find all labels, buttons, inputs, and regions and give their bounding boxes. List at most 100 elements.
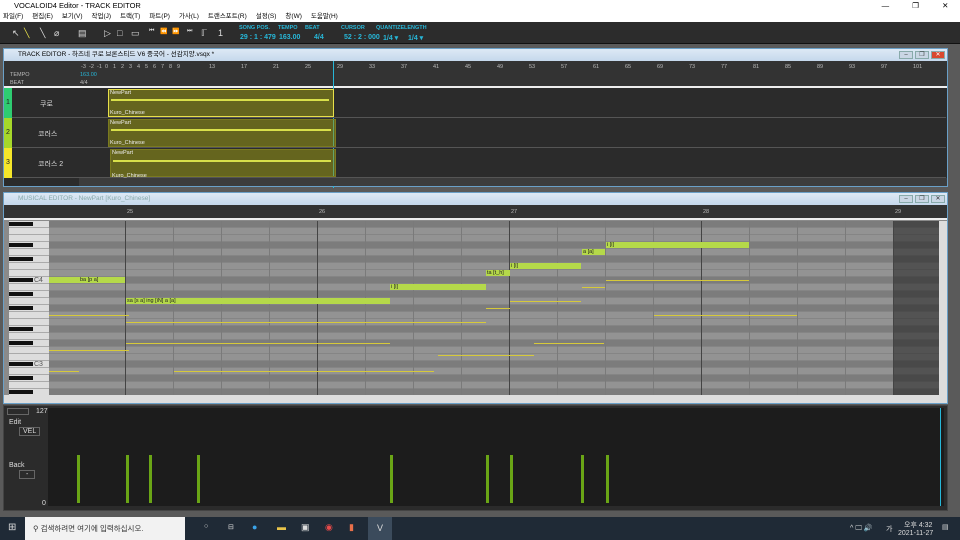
piano-key-black[interactable] [9,362,33,366]
piano-key-white[interactable] [9,235,51,242]
clock-date[interactable]: 2021-11-27 [898,530,933,537]
menu-settings[interactable]: 설정(S) [256,11,277,22]
loop-icon[interactable]: ▭ [131,28,140,39]
menu-lyrics[interactable]: 가사(L) [179,11,199,22]
track-ruler[interactable]: TEMPO BEAT 163.00 4/4 -3 -2 -1 0 1 2 3 4 5 6 7 8 9 13… [4,61,947,188]
piano-key-black[interactable] [9,292,33,296]
stop-icon[interactable]: □ [117,28,122,38]
note[interactable]: i [i] [606,242,749,248]
menu-file[interactable]: 파일(F) [3,11,23,22]
minimize-icon[interactable]: — [882,0,890,11]
menu-part[interactable]: 파트(P) [149,11,170,22]
piano-key-white[interactable] [9,312,51,319]
piano-key-black[interactable] [9,327,33,331]
menu-edit[interactable]: 편집(E) [32,11,53,22]
track-horizontal-scrollbar[interactable] [79,178,947,186]
piano-key-white[interactable] [9,284,51,291]
store-icon[interactable]: ▣ [301,522,310,533]
task-view-icon[interactable]: ○ [204,523,208,530]
close-icon[interactable]: ✕ [942,0,948,11]
piano-key-black[interactable] [9,243,33,247]
velocity-bar[interactable] [197,455,200,503]
restore-icon[interactable]: ❐ [915,195,929,203]
velocity-bar[interactable] [581,455,584,503]
piano-roll[interactable]: C4 C3 ba [p a] sa [s a] ing [iN] a [a] i… [4,221,939,395]
vertical-scrollbar[interactable] [939,221,947,395]
note[interactable]: i [i] [390,284,486,290]
menu-help[interactable]: 도움말(H) [311,11,338,22]
maximize-icon[interactable]: ❐ [912,0,919,11]
velocity-bar[interactable] [149,455,152,503]
piano-key-white[interactable] [9,368,51,375]
windows-start-icon[interactable]: ⊞ [8,522,16,533]
menu-view[interactable]: 보기(V) [62,11,83,22]
vocaloid-taskbar-icon[interactable]: V [368,517,392,540]
app-icon[interactable]: ◉ [325,522,333,533]
piano-key-white[interactable] [9,354,51,361]
rewind-start-icon[interactable]: ⏮ [149,28,154,35]
menu-job[interactable]: 작업(J) [92,11,112,22]
piano-key-white[interactable] [9,228,51,235]
part-block[interactable]: NewPart Kuro_Chinese [108,89,334,117]
forward-icon[interactable]: ⏩ [172,28,179,35]
quantize-select[interactable]: 1/4 ▾ [383,34,398,42]
close-icon[interactable]: ✕ [931,195,945,203]
ime-indicator[interactable]: 가 [886,524,892,534]
piano-key-white[interactable] [9,249,51,256]
app-icon[interactable]: ▮ [349,522,354,533]
note[interactable]: sa [s a] ing [iN] a [a] [126,298,390,304]
part-block[interactable]: NewPart Kuro_Chinese [108,119,336,147]
piano-key-white[interactable] [9,333,51,340]
search-box[interactable]: ⚲ 검색하려면 여기에 입력하십시오. [25,517,185,540]
piano-key-black[interactable] [9,341,33,345]
count-in-icon[interactable]: 1 [218,28,223,38]
velocity-bar[interactable] [486,455,489,503]
part-block[interactable]: NewPart Kuro_Chinese [110,149,336,179]
realtime-input-icon[interactable]: ▤ [78,28,87,39]
edge-icon[interactable]: ● [252,522,257,532]
velocity-bar[interactable] [77,455,80,503]
velocity-bar[interactable] [126,455,129,503]
notification-icon[interactable]: ▤ [942,523,949,531]
eraser-tool-icon[interactable]: ⌀ [54,28,59,39]
note[interactable]: i [i] [510,263,581,269]
piano-key-white[interactable] [9,347,51,354]
musical-ruler[interactable]: 25 26 27 28 29 [4,205,947,220]
back-select[interactable]: - [19,470,36,479]
clock-time[interactable]: 오후 4:32 [904,520,932,530]
piano-key-black[interactable] [9,376,33,380]
note[interactable]: ba [p a] [49,277,125,283]
menu-transport[interactable]: 트랜스포트(R) [208,11,247,22]
minimize-icon[interactable]: – [899,51,913,59]
close-icon[interactable]: ✕ [931,51,945,59]
beat-marker[interactable]: 4/4 [80,80,88,86]
note[interactable]: a [a] [582,249,605,255]
menu-track[interactable]: 트랙(T) [120,11,140,22]
arrow-tool-icon[interactable]: ↖ [12,28,20,39]
pencil-tool-icon[interactable]: ╲ [24,28,29,39]
track-row[interactable]: 1 쿠로 NewPart Kuro_Chinese [4,88,946,118]
piano-key-black[interactable] [9,222,33,226]
velocity-graph[interactable] [48,408,944,506]
window-controls[interactable]: — ❐ ✕ [870,0,960,11]
metronome-icon[interactable]: ℾ [201,28,207,39]
play-icon[interactable]: ▷ [104,28,111,39]
forward-end-icon[interactable]: ⏭ [187,28,192,35]
piano-key-black[interactable] [9,306,33,310]
horizontal-scrollbar[interactable] [4,395,947,403]
line-tool-icon[interactable]: ╲ [40,28,45,39]
note[interactable]: ta [t_h] [486,270,510,276]
file-explorer-icon[interactable]: ▬ [277,522,286,532]
piano-key-white[interactable] [9,298,51,305]
widgets-icon[interactable]: ⊟ [228,523,234,531]
velocity-bar[interactable] [390,455,393,503]
minimize-icon[interactable]: – [899,195,913,203]
tray-icons[interactable]: ^ 🖵 🔊 [850,524,873,533]
menu-window[interactable]: 창(W) [285,11,301,22]
tempo-marker[interactable]: 163.00 [80,72,97,78]
edit-select[interactable]: VEL [19,427,41,436]
velocity-bar[interactable] [606,455,609,503]
piano-key-white[interactable] [9,319,51,326]
piano-key-white[interactable] [9,382,51,389]
rewind-icon[interactable]: ⏪ [160,28,167,35]
